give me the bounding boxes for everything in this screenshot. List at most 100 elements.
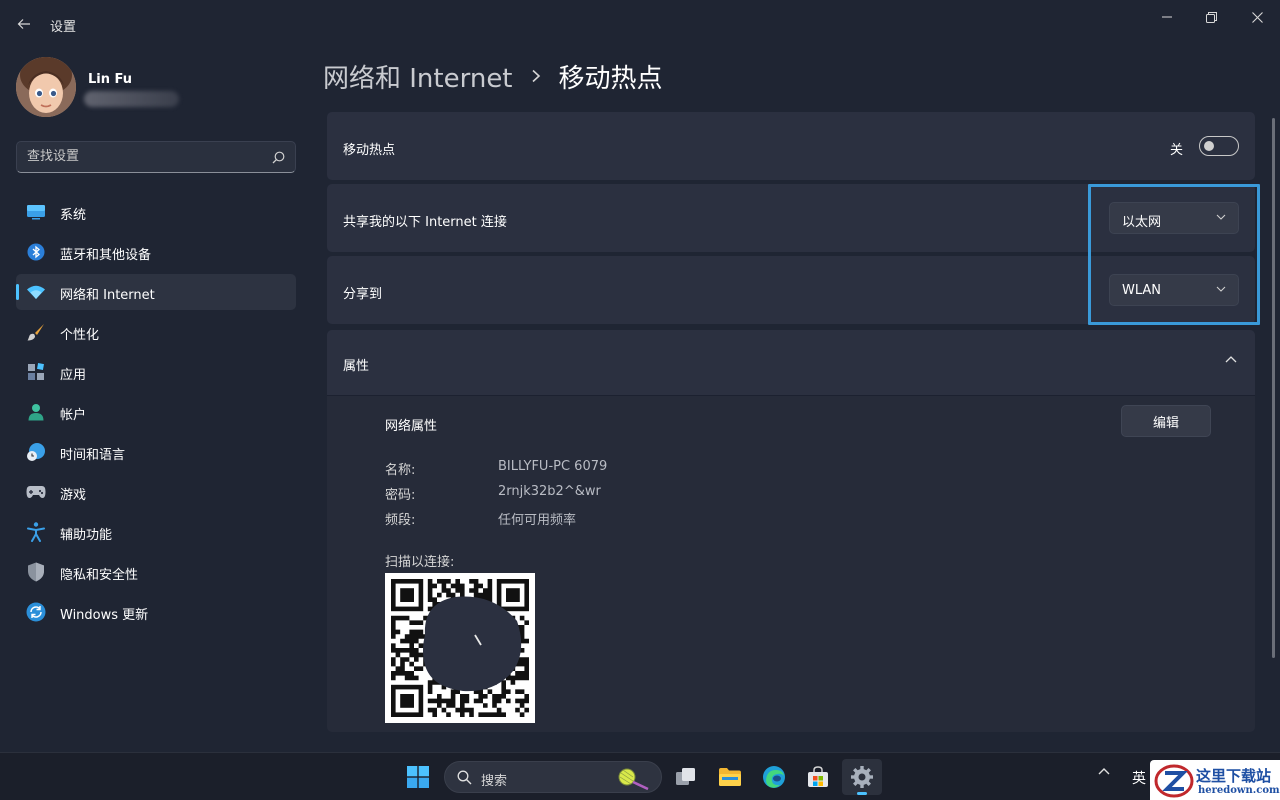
avatar	[16, 57, 76, 117]
back-button[interactable]	[10, 10, 38, 38]
property-value: BILLYFU-PC 6079	[498, 459, 608, 474]
sidebar-item-apps[interactable]: 应用	[16, 354, 296, 390]
accessibility-icon	[26, 522, 46, 542]
brush-icon	[26, 322, 46, 342]
mobile-hotspot-title: 移动热点	[343, 143, 396, 158]
sidebar-item-label: 系统	[60, 208, 87, 223]
gamepad-icon	[26, 482, 46, 502]
chevron-down-icon	[1216, 214, 1226, 220]
file-explorer-button[interactable]	[710, 759, 750, 795]
qr-code	[385, 573, 535, 723]
start-button[interactable]	[398, 759, 438, 795]
close-button[interactable]	[1234, 4, 1280, 30]
sidebar-item-bluetooth[interactable]: 蓝牙和其他设备	[16, 234, 296, 270]
settings-app-button[interactable]	[842, 759, 882, 795]
sidebar-item-accounts[interactable]: 帐户	[16, 394, 296, 430]
sidebar-item-label: 隐私和安全性	[60, 568, 139, 583]
sidebar-item-system[interactable]: 系统	[16, 194, 296, 230]
edge-browser-button[interactable]	[754, 759, 794, 795]
network-properties-title: 网络属性	[385, 419, 438, 434]
settings-search-box[interactable]	[16, 141, 296, 173]
user-name: Lin Fu	[88, 72, 133, 87]
property-value: 任何可用频率	[498, 513, 577, 528]
windows-logo-icon	[407, 766, 429, 788]
mobile-hotspot-toggle[interactable]	[1199, 136, 1239, 156]
breadcrumb: 网络和 Internet 移动热点	[323, 56, 663, 96]
monitor-icon	[26, 202, 46, 222]
sidebar-item-gaming[interactable]: 游戏	[16, 474, 296, 510]
edit-button[interactable]: 编辑	[1121, 405, 1211, 437]
qr-code-image-icon	[391, 579, 529, 717]
share-connection-title: 共享我的以下 Internet 连接	[343, 215, 507, 230]
sidebar-item-network[interactable]: 网络和 Internet	[16, 274, 296, 310]
sidebar-item-personalization[interactable]: 个性化	[16, 314, 296, 350]
bluetooth-icon	[26, 242, 46, 262]
avatar-image-icon	[16, 57, 76, 117]
sidebar-item-label: 游戏	[60, 488, 87, 503]
share-from-dropdown[interactable]: 以太网	[1109, 202, 1239, 234]
task-view-icon	[676, 768, 695, 785]
store-icon	[808, 766, 828, 787]
running-indicator	[857, 792, 867, 795]
sidebar-item-label: 蓝牙和其他设备	[60, 248, 152, 263]
properties-title: 属性	[343, 359, 370, 374]
taskbar-search-label: 搜索	[481, 774, 508, 789]
blurred-email	[84, 91, 179, 107]
sidebar-item-label: 辅助功能	[60, 528, 113, 543]
search-icon	[457, 770, 472, 785]
sidebar-item-privacy[interactable]: 隐私和安全性	[16, 554, 296, 590]
watermark-title: 这里下载站	[1196, 767, 1272, 785]
sidebar-item-time-language[interactable]: 时间和语言	[16, 434, 296, 470]
breadcrumb-parent-link[interactable]: 网络和 Internet	[323, 58, 513, 95]
minimize-icon	[1162, 16, 1172, 18]
active-indicator	[16, 284, 19, 300]
chevron-up-icon[interactable]	[1098, 767, 1110, 775]
update-icon	[26, 602, 46, 622]
toggle-state-label: 关	[1169, 143, 1183, 158]
property-key: 密码:	[385, 488, 416, 503]
folder-icon	[719, 768, 741, 786]
property-value: 2rnjk32b2^&wr	[498, 484, 601, 499]
watermark-z-logo-icon	[1154, 764, 1194, 798]
search-input[interactable]	[27, 149, 267, 164]
property-key: 名称:	[385, 463, 416, 478]
microsoft-store-button[interactable]	[798, 759, 838, 795]
clock-globe-icon	[26, 442, 46, 462]
share-connection-card: 共享我的以下 Internet 连接 以太网	[327, 184, 1255, 252]
scrollbar[interactable]	[1272, 118, 1275, 658]
watermark-logo: 这里下载站 heredown.com	[1150, 760, 1280, 800]
gear-icon	[851, 766, 873, 788]
input-language-indicator[interactable]: 英	[1132, 768, 1146, 788]
search-icon	[272, 151, 285, 164]
toggle-knob	[1204, 141, 1214, 151]
page-title: 移动热点	[558, 63, 663, 94]
tennis-racket-icon	[618, 768, 649, 791]
taskbar: 搜索 英	[0, 752, 1280, 800]
watermark-url: heredown.com	[1198, 785, 1280, 796]
settings-window: 设置 Lin Fu 查找设置 系统 蓝牙和其他设备 网络和 Internet 个…	[0, 0, 1280, 752]
sidebar-item-windows-update[interactable]: Windows 更新	[16, 594, 296, 630]
title-bar: 设置	[0, 0, 1280, 48]
mobile-hotspot-card: 移动热点 关	[327, 112, 1255, 180]
properties-header[interactable]: 属性	[327, 330, 1255, 396]
chevron-up-icon	[1225, 356, 1237, 363]
restore-icon	[1205, 11, 1217, 23]
app-title: 设置	[50, 20, 77, 35]
sidebar-item-label: 时间和语言	[60, 448, 126, 463]
property-key: 频段:	[385, 513, 416, 528]
shield-icon	[26, 562, 46, 582]
share-to-dropdown[interactable]: WLAN	[1109, 274, 1239, 306]
wifi-icon	[26, 282, 46, 302]
apps-icon	[26, 362, 46, 382]
restore-button[interactable]	[1188, 4, 1234, 30]
sidebar-nav: 系统 蓝牙和其他设备 网络和 Internet 个性化 应用 帐户 时间和语言	[16, 194, 296, 634]
minimize-button[interactable]	[1144, 4, 1190, 30]
sidebar-item-label: 帐户	[60, 408, 87, 423]
share-to-card: 分享到 WLAN	[327, 256, 1255, 324]
taskbar-search[interactable]: 搜索	[444, 761, 662, 793]
sidebar-item-label: 个性化	[60, 328, 100, 343]
sidebar-item-label: 网络和 Internet	[60, 288, 155, 303]
sidebar-item-accessibility[interactable]: 辅助功能	[16, 514, 296, 550]
task-view-button[interactable]	[666, 759, 706, 795]
chevron-down-icon	[1216, 286, 1226, 292]
